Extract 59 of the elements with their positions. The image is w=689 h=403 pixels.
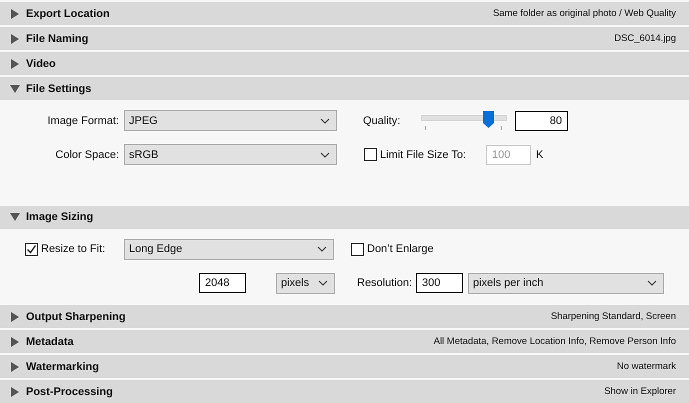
section-header[interactable]: Output Sharpening Sharpening Standard, Screen	[0, 305, 689, 328]
section-header[interactable]: File Naming DSC_6014.jpg	[0, 27, 689, 50]
section-summary: DSC_6014.jpg	[614, 33, 676, 44]
expand-arrow-icon[interactable]	[10, 386, 20, 396]
collapse-arrow-icon[interactable]	[10, 84, 20, 94]
dropdown[interactable]: pixels per inch	[468, 272, 664, 294]
section-title: Image Sizing	[26, 211, 94, 224]
quality-input[interactable]: 80	[515, 110, 568, 130]
section-summary: Show in Explorer	[604, 386, 676, 397]
expand-arrow-icon[interactable]	[10, 312, 20, 322]
chevron-down-icon	[320, 152, 330, 158]
slider-thumb[interactable]	[483, 110, 494, 128]
field-label: Resolution:	[357, 277, 414, 290]
section-title: Metadata	[26, 336, 75, 348]
expand-arrow-icon[interactable]	[10, 34, 20, 44]
section-title: File Settings	[26, 82, 92, 94]
expand-arrow-icon[interactable]	[10, 58, 20, 68]
section-header[interactable]: Export Location Same folder as original photo / Web Quality	[0, 2, 689, 25]
checkbox[interactable]	[351, 242, 364, 256]
dropdown[interactable]: JPEG	[124, 110, 337, 131]
size-input[interactable]: 2048	[199, 273, 246, 294]
expand-arrow-icon[interactable]	[10, 336, 20, 346]
collapse-arrow-icon[interactable]	[10, 212, 20, 222]
section-header[interactable]: Metadata All Metadata, Remove Location Info, Remove Person Info	[0, 330, 689, 353]
section-summary: Same folder as original photo / Web Quality	[492, 8, 676, 19]
section-header[interactable]: Video	[0, 52, 689, 75]
checkbox[interactable]	[25, 242, 38, 256]
section-title: File Naming	[26, 32, 90, 44]
dropdown[interactable]: pixels	[276, 272, 335, 294]
section-summary: All Metadata, Remove Location Info, Remove Person Info	[434, 336, 676, 347]
chevron-down-icon	[317, 246, 327, 252]
section-title: Post-Processing	[26, 386, 114, 398]
chevron-down-icon	[320, 118, 330, 124]
chevron-down-icon	[647, 280, 657, 286]
checkbox-label[interactable]: Don’t Enlarge	[367, 243, 434, 256]
section-header[interactable]: Watermarking No watermark	[0, 355, 689, 378]
unit-label: K	[536, 148, 544, 160]
field-label: Quality:	[363, 114, 402, 126]
dropdown[interactable]: sRGB	[124, 144, 337, 165]
field-label: Color Space:	[54, 148, 119, 160]
chevron-down-icon	[318, 280, 328, 286]
section-title: Output Sharpening	[26, 310, 127, 322]
section-title: Video	[26, 58, 57, 70]
section-title: Export Location	[26, 8, 111, 20]
expand-arrow-icon[interactable]	[10, 362, 20, 372]
resolution-input[interactable]: 300	[416, 273, 463, 294]
section-summary: Sharpening Standard, Screen	[550, 311, 676, 322]
section-title: Watermarking	[26, 360, 100, 372]
quality-slider[interactable]	[421, 110, 507, 130]
checkbox-label[interactable]: Resize to Fit:	[41, 243, 124, 256]
section-header[interactable]: File Settings	[0, 77, 689, 100]
dropdown[interactable]: Long Edge	[124, 238, 334, 260]
checkbox[interactable]	[364, 148, 377, 161]
checkbox-label[interactable]: Limit File Size To:	[380, 148, 486, 160]
expand-arrow-icon[interactable]	[10, 8, 20, 18]
section-summary: No watermark	[616, 361, 676, 372]
field-label: Image Format:	[46, 114, 119, 126]
section-header[interactable]: Image Sizing	[0, 206, 689, 229]
section-header[interactable]: Post-Processing Show in Explorer	[0, 380, 689, 403]
